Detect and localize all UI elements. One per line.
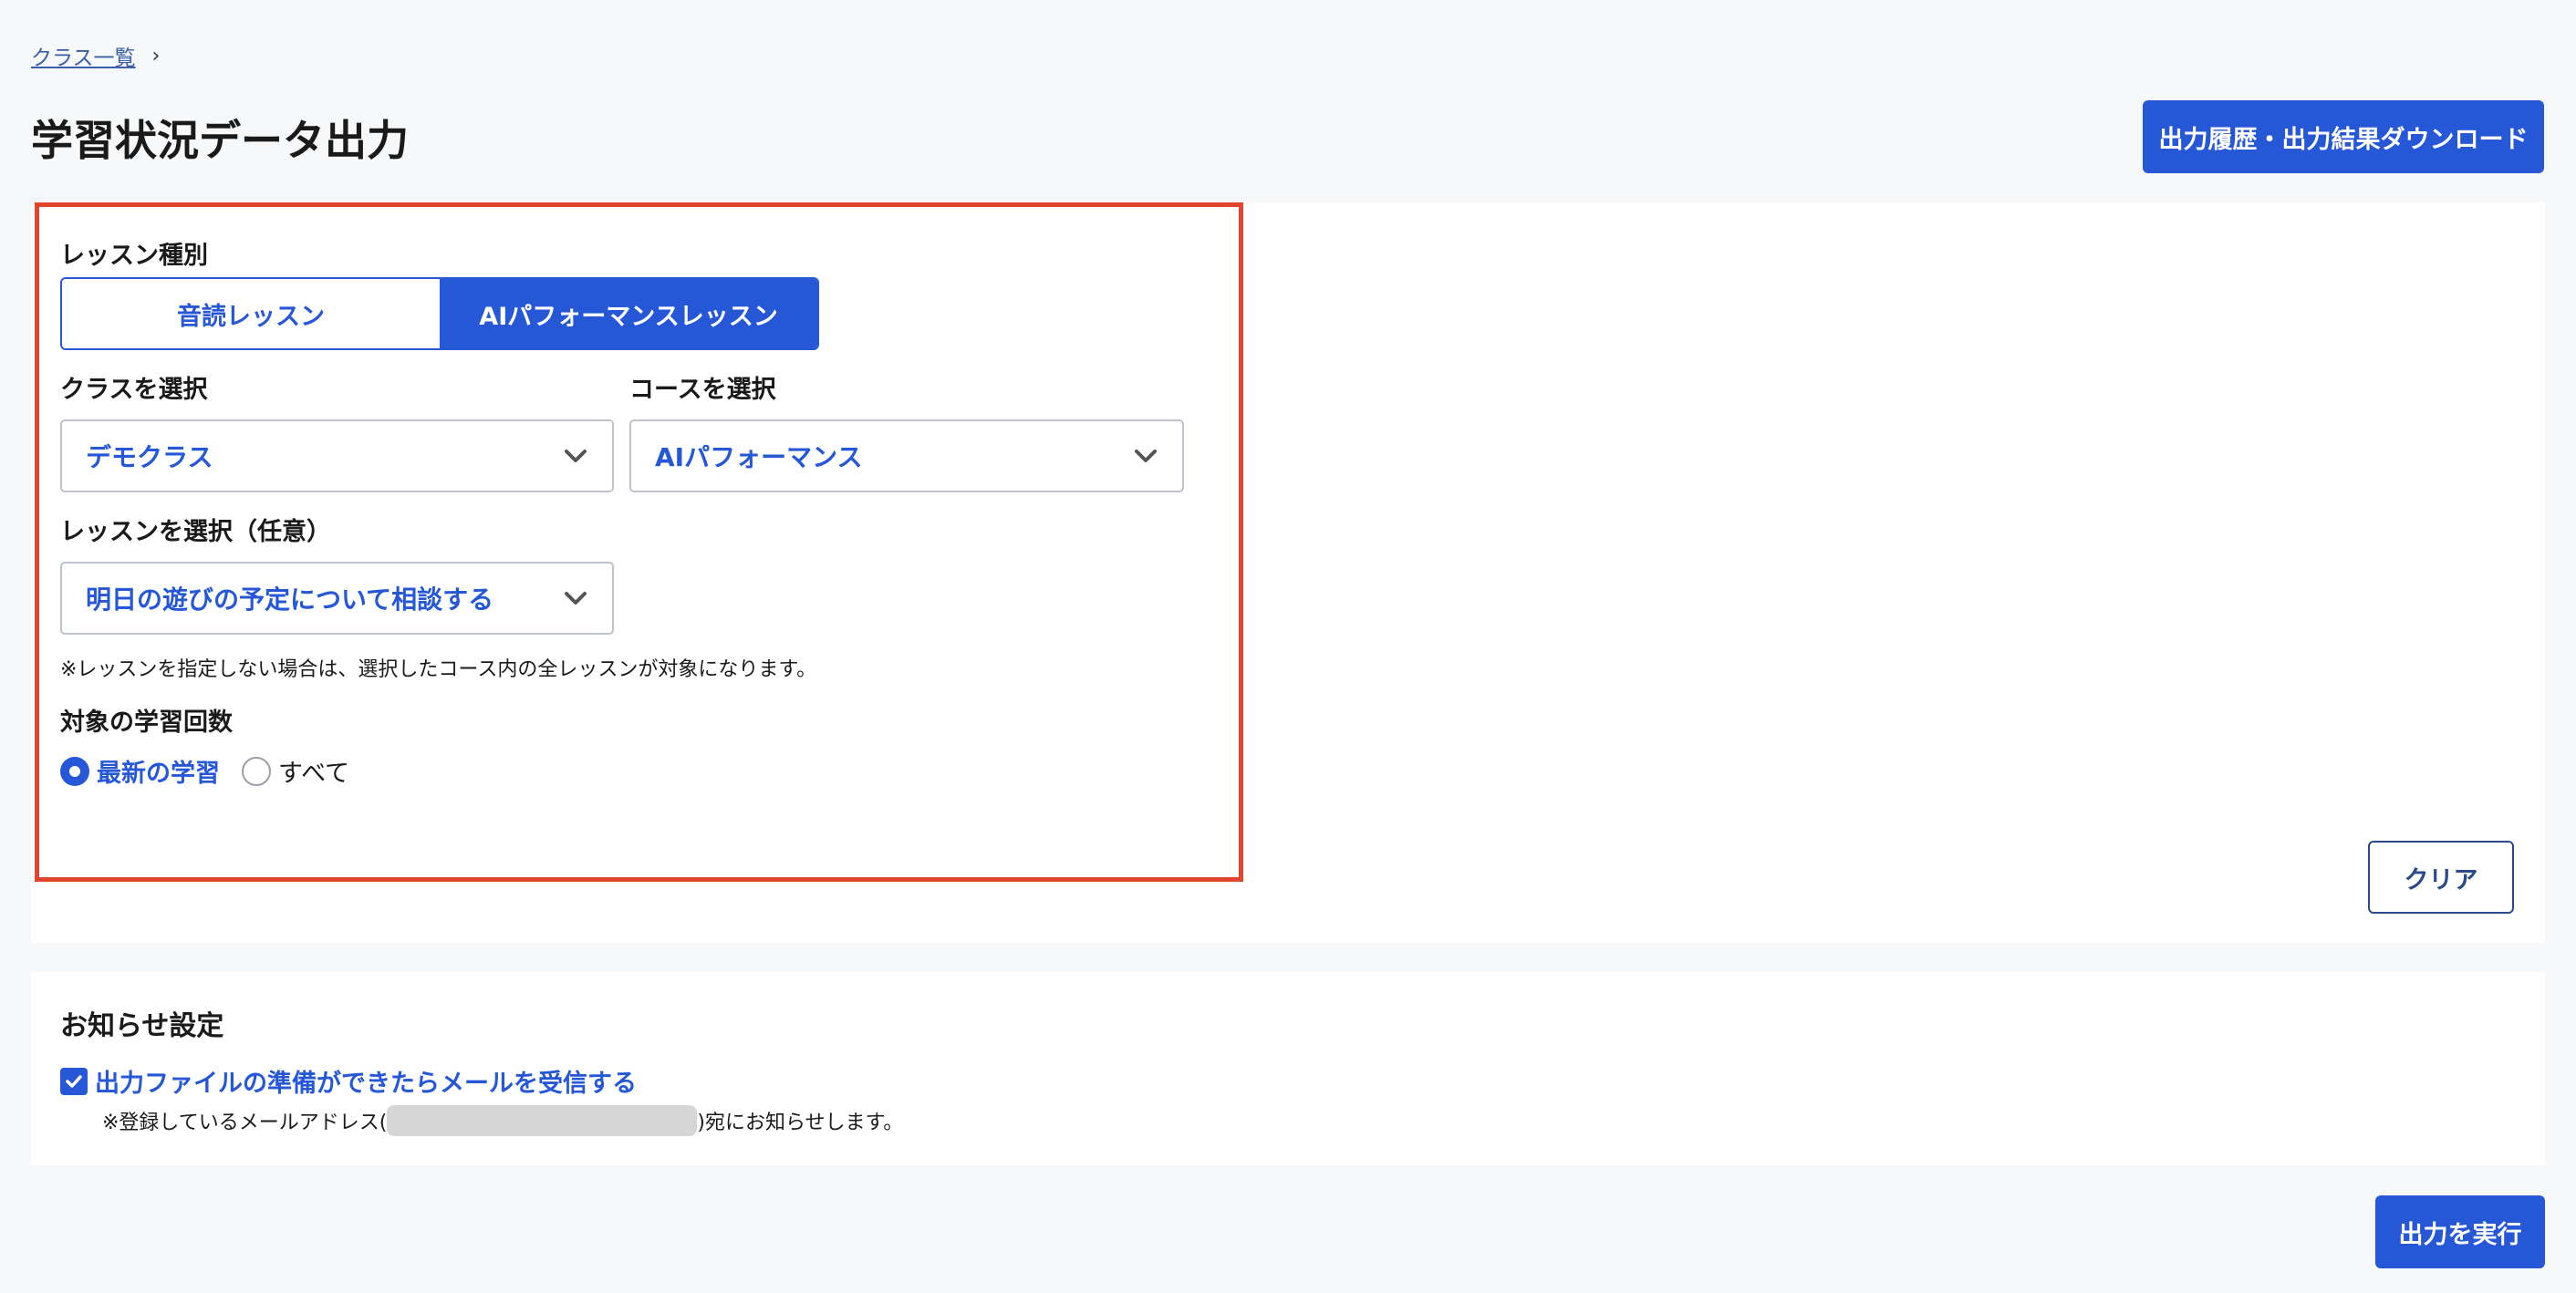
class-select-label: クラスを選択 <box>60 376 208 404</box>
course-select-label: コースを選択 <box>629 376 776 404</box>
study-count-label: 対象の学習回数 <box>60 709 233 737</box>
lesson-type-option-ai-performance[interactable]: AIパフォーマンスレッスン <box>440 279 817 348</box>
study-count-radio-group: 最新の学習 すべて <box>60 753 349 789</box>
class-select-value: デモクラス <box>86 442 213 472</box>
radio-latest-label[interactable]: 最新の学習 <box>97 753 220 789</box>
notification-note-suffix: )宛にお知らせします。 <box>697 1112 904 1134</box>
notification-title: お知らせ設定 <box>60 1010 224 1042</box>
lesson-select-note: ※レッスンを指定しない場合は、選択したコース内の全レッスンが対象になります。 <box>60 658 817 681</box>
checkbox-email-notify-label[interactable]: 出力ファイルの準備ができたらメールを受信する <box>95 1063 637 1099</box>
radio-all[interactable] <box>242 756 271 786</box>
chevron-right-icon: › <box>151 44 161 67</box>
chevron-down-icon <box>1135 450 1157 462</box>
checkbox-email-notify[interactable] <box>60 1067 88 1095</box>
class-select[interactable]: デモクラス <box>60 419 614 492</box>
radio-all-label[interactable]: すべて <box>278 753 349 789</box>
notification-note-prefix: ※登録しているメールアドレス( <box>102 1112 388 1134</box>
breadcrumb-link-class-list[interactable]: クラス一覧 <box>31 40 136 71</box>
run-export-button[interactable]: 出力を実行 <box>2375 1195 2545 1268</box>
page-title: 学習状況データ出力 <box>31 116 409 165</box>
radio-latest[interactable] <box>60 756 89 786</box>
chevron-down-icon <box>565 592 587 605</box>
lesson-select-label: レッスンを選択（任意） <box>60 518 331 546</box>
masked-email-address <box>387 1105 698 1136</box>
lesson-select-value: 明日の遊びの予定について相談する <box>86 584 494 615</box>
course-select[interactable]: AIパフォーマンス <box>629 419 1184 492</box>
notification-checkbox-row: 出力ファイルの準備ができたらメールを受信する <box>60 1063 637 1099</box>
lesson-type-toggle: 音読レッスン AIパフォーマンスレッスン <box>60 277 819 350</box>
check-icon <box>66 1074 82 1088</box>
chevron-down-icon <box>565 450 587 462</box>
lesson-type-label: レッスン種別 <box>60 242 208 270</box>
breadcrumb: クラス一覧 › <box>31 40 160 71</box>
lesson-select[interactable]: 明日の遊びの予定について相談する <box>60 562 614 635</box>
notification-note: ※登録しているメールアドレス( )宛にお知らせします。 <box>102 1105 903 1136</box>
course-select-value: AIパフォーマンス <box>655 442 863 472</box>
lesson-type-option-reading[interactable]: 音読レッスン <box>62 279 440 348</box>
clear-button[interactable]: クリア <box>2368 841 2514 914</box>
history-download-button[interactable]: 出力履歴・出力結果ダウンロード <box>2143 100 2544 173</box>
